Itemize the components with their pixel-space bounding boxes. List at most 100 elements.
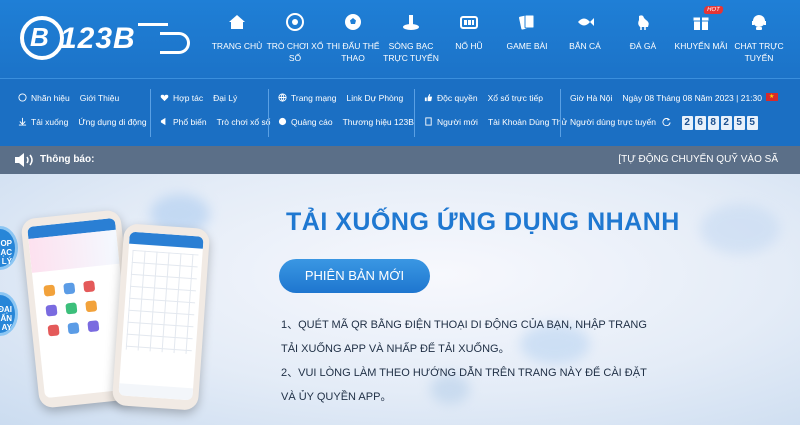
notice-marquee[interactable]: [TỰ ĐỘNG CHUYỂN QUỸ VÀO SÃ bbox=[618, 154, 778, 165]
main-nav: TRANG CHỦ TRÒ CHƠI XỔ SỐ THI ĐẤU THỂ THA… bbox=[208, 0, 788, 78]
counter-digit: 6 bbox=[694, 115, 706, 130]
crown-icon bbox=[138, 16, 168, 26]
link-brand[interactable]: Nhãn hiệu bbox=[31, 93, 70, 103]
slot-machine-icon bbox=[460, 16, 478, 29]
current-datetime: Ngày 08 Tháng 08 Năm 2023 | 21:30 bbox=[622, 93, 762, 103]
side-tab-agent-2[interactable]: ĐẠI ẤN AY bbox=[0, 292, 18, 336]
link-cooperation[interactable]: Hợp tác bbox=[173, 93, 203, 103]
link-lottery-game[interactable]: Trò chơi xổ số bbox=[217, 117, 271, 127]
logo-text: 123B bbox=[60, 22, 136, 55]
divider bbox=[414, 89, 415, 137]
nav-item-sports[interactable]: THI ĐẤU THỂ THAO bbox=[324, 0, 382, 78]
link-newcomer[interactable]: Người mới bbox=[437, 117, 478, 127]
logo-mark: B bbox=[20, 16, 64, 60]
step-2-line-2: VÀ ỦY QUYỀN APP。 bbox=[281, 391, 392, 403]
new-version-button[interactable]: PHIÊN BẢN MỚI bbox=[279, 259, 430, 293]
side-tab-label: ĐẠI ẤN AY bbox=[0, 305, 12, 332]
nav-item-fishing[interactable]: BẮN CÁ bbox=[556, 0, 614, 78]
counter-digit: 2 bbox=[681, 115, 693, 130]
link-trial-account[interactable]: Tài Khoản Dùng Thử bbox=[488, 117, 567, 127]
link-download[interactable]: Tải xuống bbox=[31, 117, 68, 127]
link-intro[interactable]: Giới Thiệu bbox=[80, 93, 119, 103]
doc-icon bbox=[425, 117, 432, 126]
refresh-icon bbox=[662, 117, 671, 126]
link-mobile-app[interactable]: Ứng dụng di động bbox=[78, 117, 146, 127]
phone-status-bar bbox=[129, 231, 204, 249]
download-icon bbox=[18, 117, 27, 126]
nav-item-cockfight[interactable]: ĐÁ GÀ bbox=[614, 0, 672, 78]
nav-label: ĐÁ GÀ bbox=[629, 41, 657, 51]
vietnam-flag-icon bbox=[766, 90, 778, 104]
app-tile bbox=[85, 300, 98, 313]
nav-item-promotions[interactable]: HOT KHUYẾN MÃI bbox=[672, 0, 730, 78]
wave-icon bbox=[160, 32, 190, 54]
app-tile bbox=[83, 280, 96, 293]
phone-number-grid bbox=[125, 249, 199, 355]
nav-label: CHAT TRỰC TUYẾN bbox=[734, 41, 784, 63]
nav-label: KHUYẾN MÃI bbox=[674, 41, 728, 51]
divider bbox=[560, 89, 561, 137]
casino-icon bbox=[403, 15, 419, 30]
step-2-line-1: 2、VUI LÒNG LÀM THEO HƯỚNG DẪN TRÊN TRANG… bbox=[281, 367, 647, 379]
nav-label: THI ĐẤU THỂ THAO bbox=[326, 41, 380, 63]
nav-item-slots[interactable]: NỔ HŨ bbox=[440, 0, 498, 78]
link-website[interactable]: Trang mạng bbox=[291, 93, 337, 103]
link-popularize[interactable]: Phổ biến bbox=[173, 117, 207, 127]
link-ads[interactable]: Quảng cáo bbox=[291, 117, 333, 127]
counter-digit: 5 bbox=[746, 115, 758, 130]
side-tab-agent[interactable]: OP ẠC LÝ bbox=[0, 226, 18, 270]
hot-badge: HOT bbox=[703, 6, 724, 14]
app-tile bbox=[45, 304, 58, 317]
nav-label: TRÒ CHƠI XỔ SỐ bbox=[266, 41, 324, 63]
soccer-ball-icon bbox=[345, 14, 361, 30]
nav-item-live-chat[interactable]: CHAT TRỰC TUYẾN bbox=[730, 0, 788, 78]
speaker-icon bbox=[15, 153, 33, 167]
step-1-line-2: TẢI XUỐNG APP VÀ NHẤP ĐỂ TẢI XUỐNG。 bbox=[281, 343, 510, 355]
background-blob bbox=[700, 204, 780, 254]
phone-tab-bar bbox=[118, 383, 194, 401]
side-tab-label: OP ẠC LÝ bbox=[0, 239, 12, 266]
download-hero: OP ẠC LÝ ĐẠI ẤN AY TẢI XUỐNG ỨNG DỤNG NHANH … bbox=[0, 174, 800, 425]
hero-title: TẢI XUỐNG ỨNG DỤNG NHANH bbox=[286, 208, 680, 236]
cards-icon bbox=[519, 14, 535, 30]
app-tile bbox=[67, 322, 80, 335]
nav-item-card-games[interactable]: GAME BÀI bbox=[498, 0, 556, 78]
lottery-icon bbox=[286, 13, 304, 31]
fish-icon bbox=[578, 18, 594, 26]
nav-label: TRANG CHỦ bbox=[211, 41, 263, 51]
app-tile bbox=[65, 302, 78, 315]
phone-mockup-front bbox=[111, 223, 211, 411]
link-live-lottery[interactable]: Xổ số trực tiếp bbox=[488, 93, 543, 103]
time-zone-label: Giờ Hà Nội bbox=[570, 93, 613, 103]
chat-icon bbox=[752, 15, 766, 30]
link-exclusive[interactable]: Độc quyền bbox=[437, 93, 478, 103]
megaphone-icon bbox=[160, 117, 166, 126]
step-1-line-1: 1、QUÉT MÃ QR BẰNG ĐIỆN THOẠI DI ĐỘNG CỦA… bbox=[281, 319, 647, 331]
notice-title: Thông báo: bbox=[40, 154, 95, 165]
app-tile bbox=[87, 320, 100, 333]
counter-digit: 2 bbox=[720, 115, 732, 130]
notice-bar: Thông báo: [TỰ ĐỘNG CHUYỂN QUỸ VÀO SÃ bbox=[0, 146, 800, 174]
nav-label: BẮN CÁ bbox=[569, 41, 601, 51]
app-tile bbox=[63, 282, 76, 295]
counter-digit: 8 bbox=[707, 115, 719, 130]
online-users-label: Người dùng trực tuyến bbox=[570, 117, 656, 127]
home-icon bbox=[229, 15, 245, 29]
online-counter: 2 6 8 2 5 5 bbox=[681, 115, 758, 130]
gift-icon bbox=[692, 16, 710, 30]
link-backup[interactable]: Link Dự Phòng bbox=[347, 93, 404, 103]
divider bbox=[150, 89, 151, 137]
top-header: B 123B TRANG CHỦ TRÒ CHƠI XỔ SỐ THI ĐẤU … bbox=[0, 0, 800, 78]
divider bbox=[268, 89, 269, 137]
heart-icon bbox=[160, 94, 169, 102]
ad-icon bbox=[278, 117, 287, 126]
nav-item-home[interactable]: TRANG CHỦ bbox=[208, 0, 266, 78]
link-agent[interactable]: Đại Lý bbox=[213, 93, 237, 103]
nav-item-casino[interactable]: SÒNG BẠC TRỰC TUYẾN bbox=[382, 0, 440, 78]
site-logo[interactable]: B 123B bbox=[20, 10, 195, 66]
app-tile bbox=[47, 324, 60, 337]
info-bar: Nhãn hiệu Giới Thiệu Tải xuống Ứng dụng di… bbox=[0, 78, 800, 146]
nav-label: SÒNG BẠC TRỰC TUYẾN bbox=[383, 41, 439, 63]
link-brand-123b[interactable]: Thương hiệu 123B bbox=[343, 117, 414, 127]
nav-item-lottery[interactable]: TRÒ CHƠI XỔ SỐ bbox=[266, 0, 324, 78]
